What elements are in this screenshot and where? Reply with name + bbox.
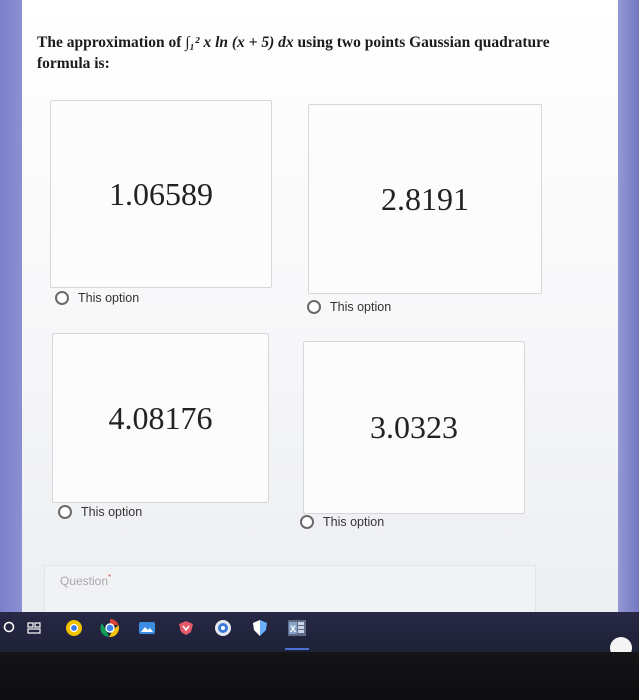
radio-button-4[interactable]	[300, 515, 314, 529]
option-label-4: This option	[323, 515, 385, 529]
option-label-1: This option	[78, 291, 140, 305]
radio-button-3[interactable]	[58, 505, 72, 519]
brave-icon[interactable]	[176, 618, 196, 638]
option-image-4[interactable]: 3.0323	[303, 341, 525, 514]
option-radio-row-1[interactable]: This option	[55, 291, 139, 305]
active-app-indicator	[285, 648, 309, 650]
option-image-3[interactable]: 4.08176	[52, 333, 269, 503]
settings-icon[interactable]	[213, 618, 233, 638]
taskbar	[0, 612, 639, 652]
next-question-label: Question*	[60, 573, 112, 588]
chrome-icon[interactable]	[64, 618, 84, 638]
option-value-2: 2.8191	[381, 180, 469, 217]
task-view-icon[interactable]	[24, 618, 44, 638]
shield-icon[interactable]	[250, 618, 270, 638]
svg-text:X: X	[290, 624, 296, 634]
monitor-bezel	[0, 652, 639, 700]
option-image-2[interactable]: 2.8191	[308, 104, 542, 294]
option-image-1[interactable]: 1.06589	[50, 100, 272, 288]
search-icon[interactable]	[0, 618, 20, 638]
excel-icon[interactable]: X	[287, 618, 307, 638]
option-label-2: This option	[330, 300, 392, 314]
question-text: The approximation of ∫₁² x ln (x + 5) dx…	[37, 34, 550, 72]
option-radio-row-3[interactable]: This option	[58, 505, 142, 519]
option-value-1: 1.06589	[109, 175, 213, 212]
option-radio-row-2[interactable]: This option	[307, 300, 391, 314]
option-value-4: 3.0323	[370, 409, 458, 445]
option-label-3: This option	[81, 505, 143, 519]
integral-expression: ∫₁² x ln (x + 5) dx	[185, 34, 294, 51]
next-question-card	[44, 565, 536, 613]
photos-icon[interactable]	[137, 618, 157, 638]
option-value-3: 4.08176	[108, 399, 213, 436]
radio-button-1[interactable]	[55, 291, 69, 305]
option-radio-row-4[interactable]: This option	[300, 515, 384, 529]
radio-button-2[interactable]	[307, 300, 321, 314]
google-chrome-icon[interactable]	[100, 618, 120, 638]
